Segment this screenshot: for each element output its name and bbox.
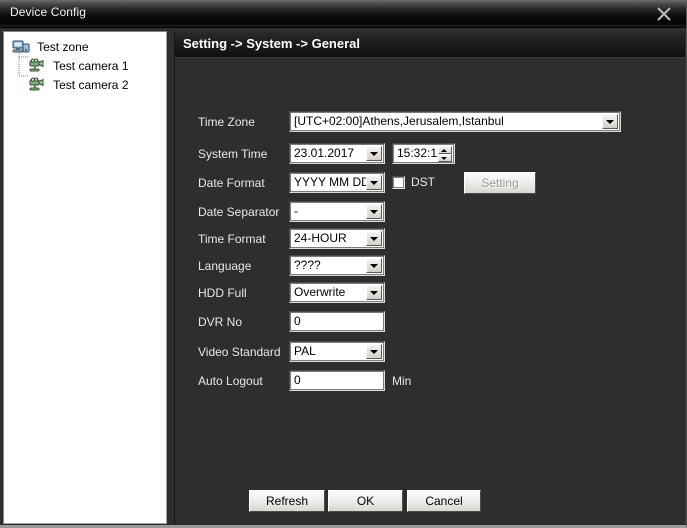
tree-item-test-camera-1[interactable]: Test camera 1 xyxy=(12,57,166,76)
tree-item-test-camera-2[interactable]: Test camera 2 xyxy=(12,76,166,95)
video-standard-value: PAL xyxy=(294,344,316,358)
tree-item-label: Test zone xyxy=(37,40,89,54)
date-separator-value: - xyxy=(294,204,298,218)
spinner-down-icon[interactable] xyxy=(438,154,452,162)
ok-button[interactable]: OK xyxy=(328,490,403,512)
settings-panel: Setting -> System -> General Time Zone [… xyxy=(174,31,685,525)
tree-item-label: Test camera 1 xyxy=(53,59,129,73)
date-format-value: YYYY MM DD xyxy=(294,175,370,189)
chevron-down-icon[interactable] xyxy=(366,231,382,246)
camera-icon xyxy=(28,77,46,93)
system-date-select[interactable]: 23.01.2017 xyxy=(289,143,385,164)
time-zone-select[interactable]: [UTC+02:00]Athens,Jerusalem,Istanbul xyxy=(289,111,621,132)
window-titlebar[interactable]: Device Config xyxy=(0,0,686,28)
refresh-button[interactable]: Refresh xyxy=(249,490,325,512)
window-title: Device Config xyxy=(10,5,87,19)
label-date-format: Date Format xyxy=(198,176,265,190)
chevron-down-icon[interactable] xyxy=(366,204,382,219)
label-hdd-full: HDD Full xyxy=(198,286,247,300)
time-format-value: 24-HOUR xyxy=(294,231,347,245)
language-value: ???? xyxy=(294,258,321,272)
spinner-arrows-icon[interactable] xyxy=(438,146,452,162)
chevron-down-icon[interactable] xyxy=(366,344,382,359)
chevron-down-icon[interactable] xyxy=(366,258,382,273)
label-video-standard: Video Standard xyxy=(198,345,281,359)
auto-logout-value: 0 xyxy=(294,373,301,387)
hdd-full-select[interactable]: Overwrite xyxy=(289,282,385,303)
time-format-select[interactable]: 24-HOUR xyxy=(289,228,385,249)
chevron-down-icon[interactable] xyxy=(366,285,382,300)
chevron-down-icon[interactable] xyxy=(602,114,618,129)
label-date-separator: Date Separator xyxy=(198,205,280,219)
device-config-window: Device Config Test zone Test camera 1 Te… xyxy=(0,0,687,528)
label-time-zone: Time Zone xyxy=(198,115,255,129)
tree-item-label: Test camera 2 xyxy=(53,78,129,92)
general-settings-form: Time Zone [UTC+02:00]Athens,Jerusalem,Is… xyxy=(176,58,684,524)
time-zone-value: [UTC+02:00]Athens,Jerusalem,Istanbul xyxy=(294,114,504,128)
cancel-button[interactable]: Cancel xyxy=(407,490,481,512)
label-time-format: Time Format xyxy=(198,232,266,246)
system-time-value: 15:32:12 xyxy=(397,146,444,160)
device-tree-panel[interactable]: Test zone Test camera 1 Test camera 2 xyxy=(3,31,167,524)
settings-header: Setting -> System -> General xyxy=(175,31,685,58)
video-standard-select[interactable]: PAL xyxy=(289,341,385,362)
device-tree: Test zone Test camera 1 Test camera 2 xyxy=(4,32,166,95)
dst-label: DST xyxy=(411,175,435,189)
auto-logout-input[interactable]: 0 xyxy=(289,370,385,391)
system-time-stepper[interactable]: 15:32:12 xyxy=(392,143,455,164)
computer-icon xyxy=(12,39,30,55)
dvr-no-value: 0 xyxy=(294,314,301,328)
breadcrumb: Setting -> System -> General xyxy=(183,36,361,51)
close-icon[interactable] xyxy=(653,3,675,25)
label-language: Language xyxy=(198,259,252,273)
label-auto-logout: Auto Logout xyxy=(198,374,263,388)
spinner-up-icon[interactable] xyxy=(438,146,452,154)
camera-icon xyxy=(28,58,46,74)
dvr-no-input[interactable]: 0 xyxy=(289,311,385,332)
label-system-time: System Time xyxy=(198,147,268,161)
dst-setting-button: Setting xyxy=(464,172,536,194)
language-select[interactable]: ???? xyxy=(289,255,385,276)
date-format-select[interactable]: YYYY MM DD xyxy=(289,172,385,193)
tree-item-test-zone[interactable]: Test zone xyxy=(12,38,166,57)
auto-logout-unit: Min xyxy=(392,374,412,388)
dst-checkbox[interactable] xyxy=(392,176,405,189)
chevron-down-icon[interactable] xyxy=(366,175,382,190)
system-date-value: 23.01.2017 xyxy=(294,146,355,160)
date-separator-select[interactable]: - xyxy=(289,201,385,222)
label-dvr-no: DVR No xyxy=(198,315,243,329)
hdd-full-value: Overwrite xyxy=(294,285,346,299)
chevron-down-icon[interactable] xyxy=(366,146,382,161)
